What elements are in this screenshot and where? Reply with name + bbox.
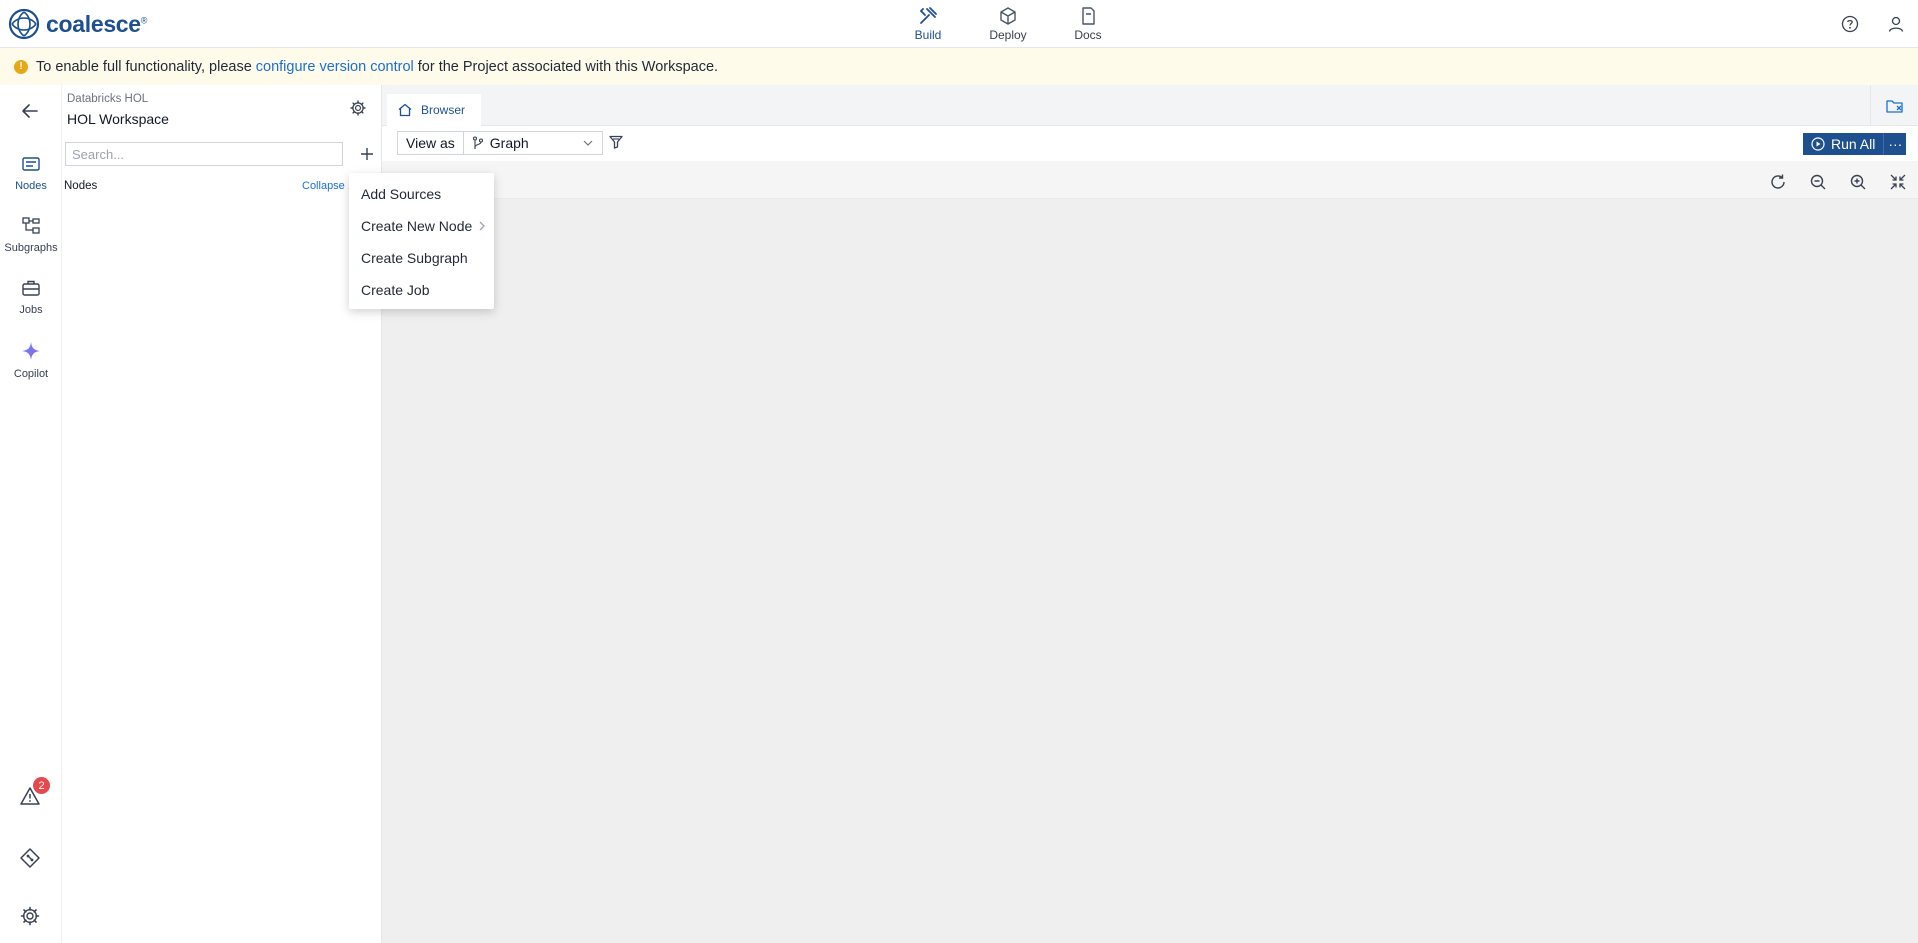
banner-text-suffix: for the Project associated with this Wor…	[417, 58, 719, 75]
nav-tab-docs[interactable]: Docs	[1048, 0, 1128, 48]
zoom-in-button[interactable]	[1846, 170, 1870, 194]
collapse-all-link[interactable]: Collapse .	[302, 180, 351, 192]
zoom-out-button[interactable]	[1806, 170, 1830, 194]
main-area: Browser View as Graph Run All ···	[382, 85, 1918, 943]
nav-tab-deploy[interactable]: Deploy	[968, 0, 1048, 48]
menu-item-add-sources[interactable]: Add Sources	[349, 178, 494, 210]
coalesce-logo-icon	[8, 8, 40, 40]
rail-item-jobs[interactable]: Jobs	[0, 278, 62, 316]
refresh-button[interactable]	[1766, 170, 1790, 194]
menu-item-label: Add Sources	[361, 186, 442, 202]
zoom-out-icon	[1810, 174, 1826, 190]
document-icon	[1082, 7, 1095, 25]
tools-icon	[919, 7, 937, 24]
menu-item-create-job[interactable]: Create Job	[349, 274, 494, 306]
nav-tab-label: Build	[914, 28, 942, 42]
help-button[interactable]	[1838, 12, 1862, 36]
menu-item-label: Create Subgraph	[361, 250, 468, 266]
collapse-arrows-icon	[1890, 174, 1906, 190]
run-all-more-button[interactable]: ···	[1884, 133, 1906, 155]
chevron-right-icon	[479, 221, 485, 231]
graph-tools	[1766, 170, 1918, 194]
help-icon	[1841, 15, 1859, 33]
view-as-label: View as	[398, 132, 464, 154]
nodes-panel: Databricks HOL HOL Workspace Nodes Colla…	[63, 85, 382, 943]
rail-item-label: Nodes	[15, 180, 47, 192]
gear-icon	[350, 100, 366, 116]
warning-icon: !	[14, 59, 28, 74]
tab-browser[interactable]: Browser	[387, 94, 482, 126]
zoom-in-icon	[1850, 174, 1866, 190]
rail-item-nodes[interactable]: Nodes	[0, 154, 62, 192]
user-icon	[1888, 16, 1904, 32]
nodes-section-label: Nodes	[64, 180, 98, 192]
add-context-menu: Add Sources Create New Node Create Subgr…	[349, 173, 494, 309]
coalesce-logo[interactable]: coalesce®	[8, 8, 147, 40]
version-control-banner: ! To enable full functionality, please c…	[0, 48, 1918, 85]
tab-label: Browser	[421, 103, 466, 117]
run-all-button[interactable]: Run All	[1803, 133, 1885, 155]
gear-icon	[20, 906, 40, 926]
rail-item-subgraphs[interactable]: Subgraphs	[0, 216, 62, 254]
package-icon	[1000, 7, 1016, 25]
nav-tab-build[interactable]: Build	[888, 0, 968, 48]
menu-item-label: Create New Node	[361, 218, 473, 234]
settings-button[interactable]	[19, 905, 41, 930]
folder-close-icon	[1885, 99, 1903, 113]
git-icon	[20, 848, 40, 868]
node-search-input[interactable]	[65, 142, 343, 166]
run-all-label: Run All	[1831, 136, 1876, 152]
branch-icon	[472, 136, 483, 149]
problems-count-badge: 2	[33, 777, 50, 794]
main-nav-tabs: Build Deploy Docs	[888, 0, 1128, 48]
nodes-icon	[22, 157, 40, 171]
graph-canvas[interactable]	[382, 199, 1918, 943]
arrow-left-icon	[22, 104, 38, 118]
browser-toolbar: View as Graph Run All ···	[382, 126, 1918, 161]
briefcase-icon	[22, 280, 40, 296]
rail-item-label: Subgraphs	[4, 242, 58, 254]
project-name: Databricks HOL	[67, 93, 149, 105]
rail-item-label: Jobs	[19, 304, 43, 316]
close-folder-panel-button[interactable]	[1870, 85, 1918, 126]
home-icon	[398, 103, 412, 117]
subgraph-icon	[22, 217, 40, 234]
rail-item-copilot[interactable]: Copilot	[0, 340, 62, 380]
configure-version-control-link[interactable]: configure version control	[256, 59, 414, 75]
refresh-icon	[1771, 174, 1785, 189]
run-all-control: Run All ···	[1803, 133, 1907, 155]
view-mode-select[interactable]: Graph	[464, 132, 602, 154]
menu-item-create-new-node[interactable]: Create New Node	[349, 210, 494, 242]
fit-view-button[interactable]	[1886, 170, 1910, 194]
logo-text: coalesce®	[46, 10, 148, 37]
top-right-actions	[1838, 12, 1908, 36]
rail-item-label: Copilot	[13, 368, 49, 380]
banner-text-prefix: To enable full functionality, please	[36, 58, 252, 75]
filter-button[interactable]	[608, 134, 624, 153]
user-profile-button[interactable]	[1884, 12, 1908, 36]
workspace-settings-button[interactable]	[349, 99, 367, 120]
nav-tab-label: Deploy	[989, 28, 1027, 42]
filter-icon	[609, 135, 623, 149]
view-as-control: View as Graph	[397, 131, 603, 155]
view-mode-value: Graph	[489, 135, 529, 151]
sparkle-icon	[22, 342, 40, 360]
graph-controls-bar	[382, 161, 1918, 199]
nav-tab-label: Docs	[1074, 28, 1102, 42]
left-rail: Nodes Subgraphs Jobs Copilot 2	[0, 85, 62, 943]
menu-item-create-subgraph[interactable]: Create Subgraph	[349, 242, 494, 274]
chevron-down-icon	[583, 140, 593, 146]
top-nav-bar: coalesce® Build Deploy Docs	[0, 0, 1918, 48]
plus-icon	[361, 148, 373, 160]
workspace-name: HOL Workspace	[67, 111, 169, 127]
play-circle-icon	[1811, 137, 1825, 151]
back-button[interactable]	[19, 100, 41, 125]
add-button[interactable]	[355, 142, 379, 166]
menu-item-label: Create Job	[361, 282, 430, 298]
tab-strip: Browser	[382, 85, 1918, 126]
git-button[interactable]	[19, 847, 41, 872]
